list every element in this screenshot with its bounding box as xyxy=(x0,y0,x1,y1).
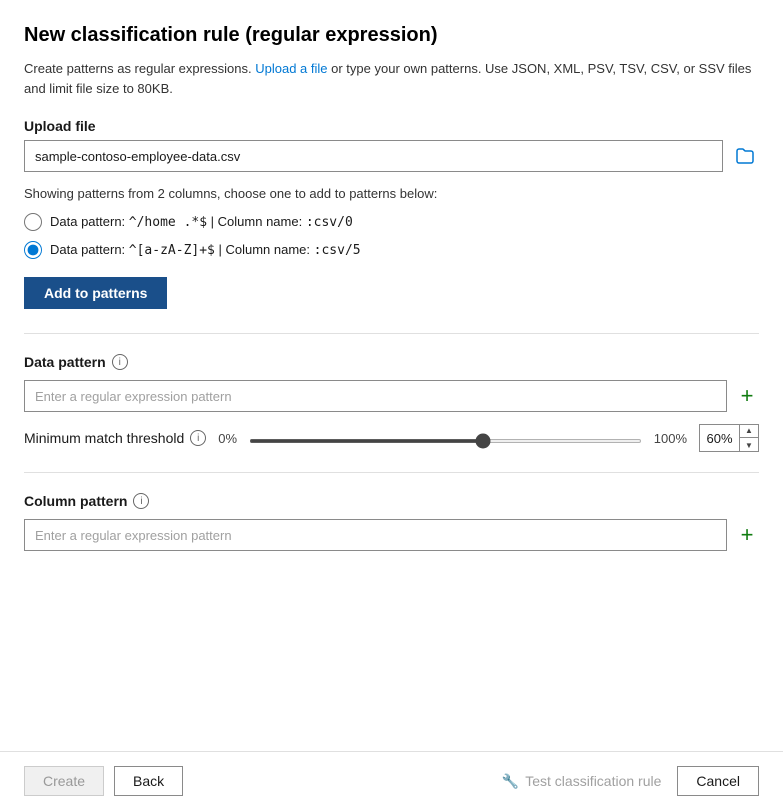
threshold-decrement-button[interactable]: ▼ xyxy=(740,438,758,452)
threshold-spinner: ▲ ▼ xyxy=(739,424,758,452)
threshold-increment-button[interactable]: ▲ xyxy=(740,424,758,438)
column-pattern-input[interactable] xyxy=(24,519,727,551)
column-pattern-input-row: + xyxy=(24,519,759,551)
add-column-pattern-button[interactable]: + xyxy=(735,523,759,547)
upload-file-label: Upload file xyxy=(24,118,759,134)
threshold-label: Minimum match threshold i xyxy=(24,430,206,446)
create-button: Create xyxy=(24,766,104,796)
threshold-info-icon[interactable]: i xyxy=(190,430,206,446)
threshold-value-box: 60% ▲ ▼ xyxy=(699,424,759,452)
threshold-row: Minimum match threshold i 0% 100% 60% ▲ … xyxy=(24,424,759,452)
data-pattern-label: Data pattern xyxy=(24,354,106,370)
threshold-max-label: 100% xyxy=(654,431,687,446)
radio-pattern1-label: Data pattern: ^/home .*$ | Column name: … xyxy=(50,214,353,230)
add-to-patterns-button[interactable]: Add to patterns xyxy=(24,277,167,309)
page-title: New classification rule (regular express… xyxy=(24,24,759,47)
footer: Create Back 🔧 Test classification rule C… xyxy=(0,751,783,810)
column-pattern-info-icon[interactable]: i xyxy=(133,493,149,509)
data-pattern-input-row: + xyxy=(24,380,759,412)
threshold-slider-container xyxy=(249,430,642,446)
back-button[interactable]: Back xyxy=(114,766,183,796)
upload-link[interactable]: Upload a file xyxy=(255,61,327,76)
radio-option-2[interactable]: Data pattern: ^[a-zA-Z]+$ | Column name:… xyxy=(24,241,759,259)
radio-pattern2[interactable] xyxy=(24,241,42,259)
test-classification-button[interactable]: 🔧 Test classification rule xyxy=(502,773,662,790)
radio-pattern2-label: Data pattern: ^[a-zA-Z]+$ | Column name:… xyxy=(50,242,361,258)
description: Create patterns as regular expressions. … xyxy=(24,59,759,98)
wrench-icon: 🔧 xyxy=(502,773,519,790)
patterns-note: Showing patterns from 2 columns, choose … xyxy=(24,186,759,201)
divider-1 xyxy=(24,333,759,334)
data-pattern-info-icon[interactable]: i xyxy=(112,354,128,370)
radio-pattern1[interactable] xyxy=(24,213,42,231)
cancel-button[interactable]: Cancel xyxy=(677,766,759,796)
threshold-min-label: 0% xyxy=(218,431,237,446)
footer-right: 🔧 Test classification rule Cancel xyxy=(502,766,759,796)
data-pattern-section: Data pattern i + Minimum match threshold… xyxy=(24,354,759,452)
footer-left: Create Back xyxy=(24,766,492,796)
threshold-slider[interactable] xyxy=(249,439,642,443)
browse-folder-button[interactable] xyxy=(731,142,759,170)
radio-option-1[interactable]: Data pattern: ^/home .*$ | Column name: … xyxy=(24,213,759,231)
add-data-pattern-button[interactable]: + xyxy=(735,384,759,408)
threshold-value-text: 60% xyxy=(700,431,739,446)
column-pattern-label: Column pattern xyxy=(24,493,127,509)
divider-2 xyxy=(24,472,759,473)
column-pattern-section: Column pattern i + xyxy=(24,493,759,551)
upload-file-input[interactable] xyxy=(24,140,723,172)
data-pattern-input[interactable] xyxy=(24,380,727,412)
upload-row xyxy=(24,140,759,172)
